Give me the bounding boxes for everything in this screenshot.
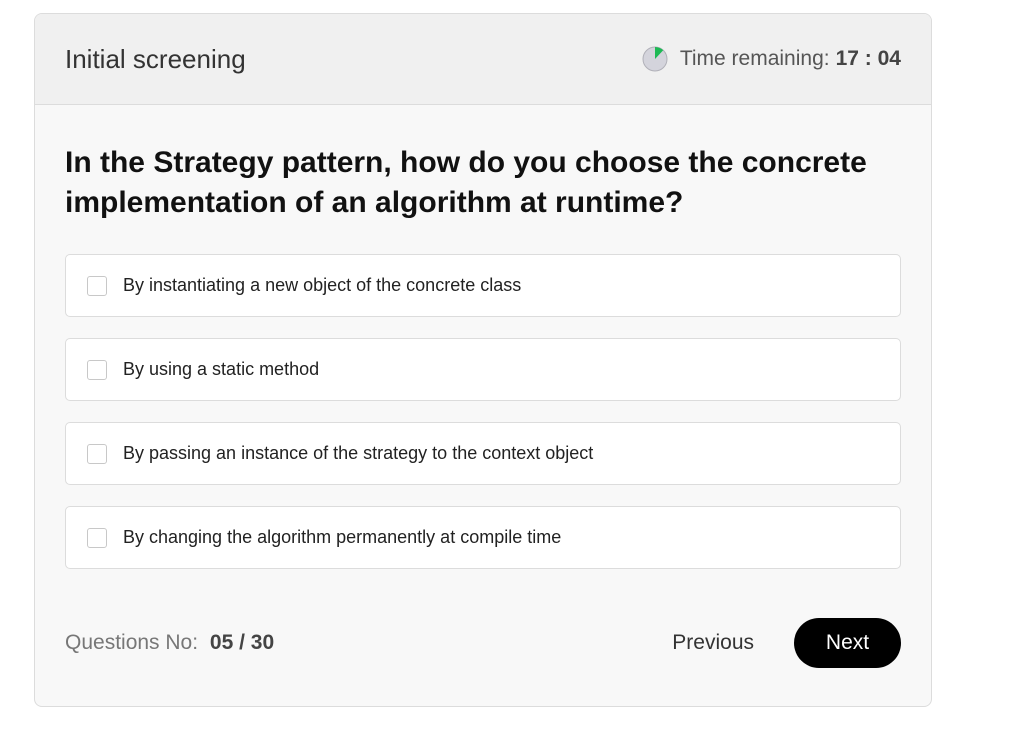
previous-button[interactable]: Previous [672,631,754,655]
question-counter-value: 05 / 30 [209,631,275,654]
answer-label: By changing the algorithm permanently at… [123,527,562,547]
answer-checkbox[interactable] [87,527,107,548]
navigation: Previous Next [672,618,901,668]
answer-checkbox[interactable] [87,275,107,296]
answer-label: By using a static method [123,359,320,379]
quiz-card: Initial screening Time remaining: 17 : 0… [34,13,932,707]
question-counter: Questions No: 05 / 30 [65,631,274,655]
answer-option[interactable]: By passing an instance of the strategy t… [65,422,901,485]
answer-checkbox[interactable] [87,443,107,464]
answer-option[interactable]: By changing the algorithm permanently at… [65,506,901,569]
quiz-header: Initial screening Time remaining: 17 : 0… [35,14,931,105]
question-text: In the Strategy pattern, how do you choo… [65,146,867,219]
question-counter-label: Questions No: [65,631,199,654]
answer-label: By instantiating a new object of the con… [123,275,522,295]
answer-option[interactable]: By using a static method [65,338,901,401]
answer-option[interactable]: By instantiating a new object of the con… [65,254,901,317]
quiz-title: Initial screening [65,43,246,74]
answer-checkbox[interactable] [87,359,107,380]
answer-label: By passing an instance of the strategy t… [123,443,594,463]
pie-timer-icon [642,46,668,72]
quiz-body: In the Strategy pattern, how do you choo… [35,105,931,569]
timer-label: Time remaining: [679,47,830,70]
timer: Time remaining: 17 : 04 [642,46,901,72]
next-button[interactable]: Next [794,618,901,668]
timer-value: 17 : 04 [835,47,901,70]
quiz-footer: Questions No: 05 / 30 Previous Next [65,618,901,668]
